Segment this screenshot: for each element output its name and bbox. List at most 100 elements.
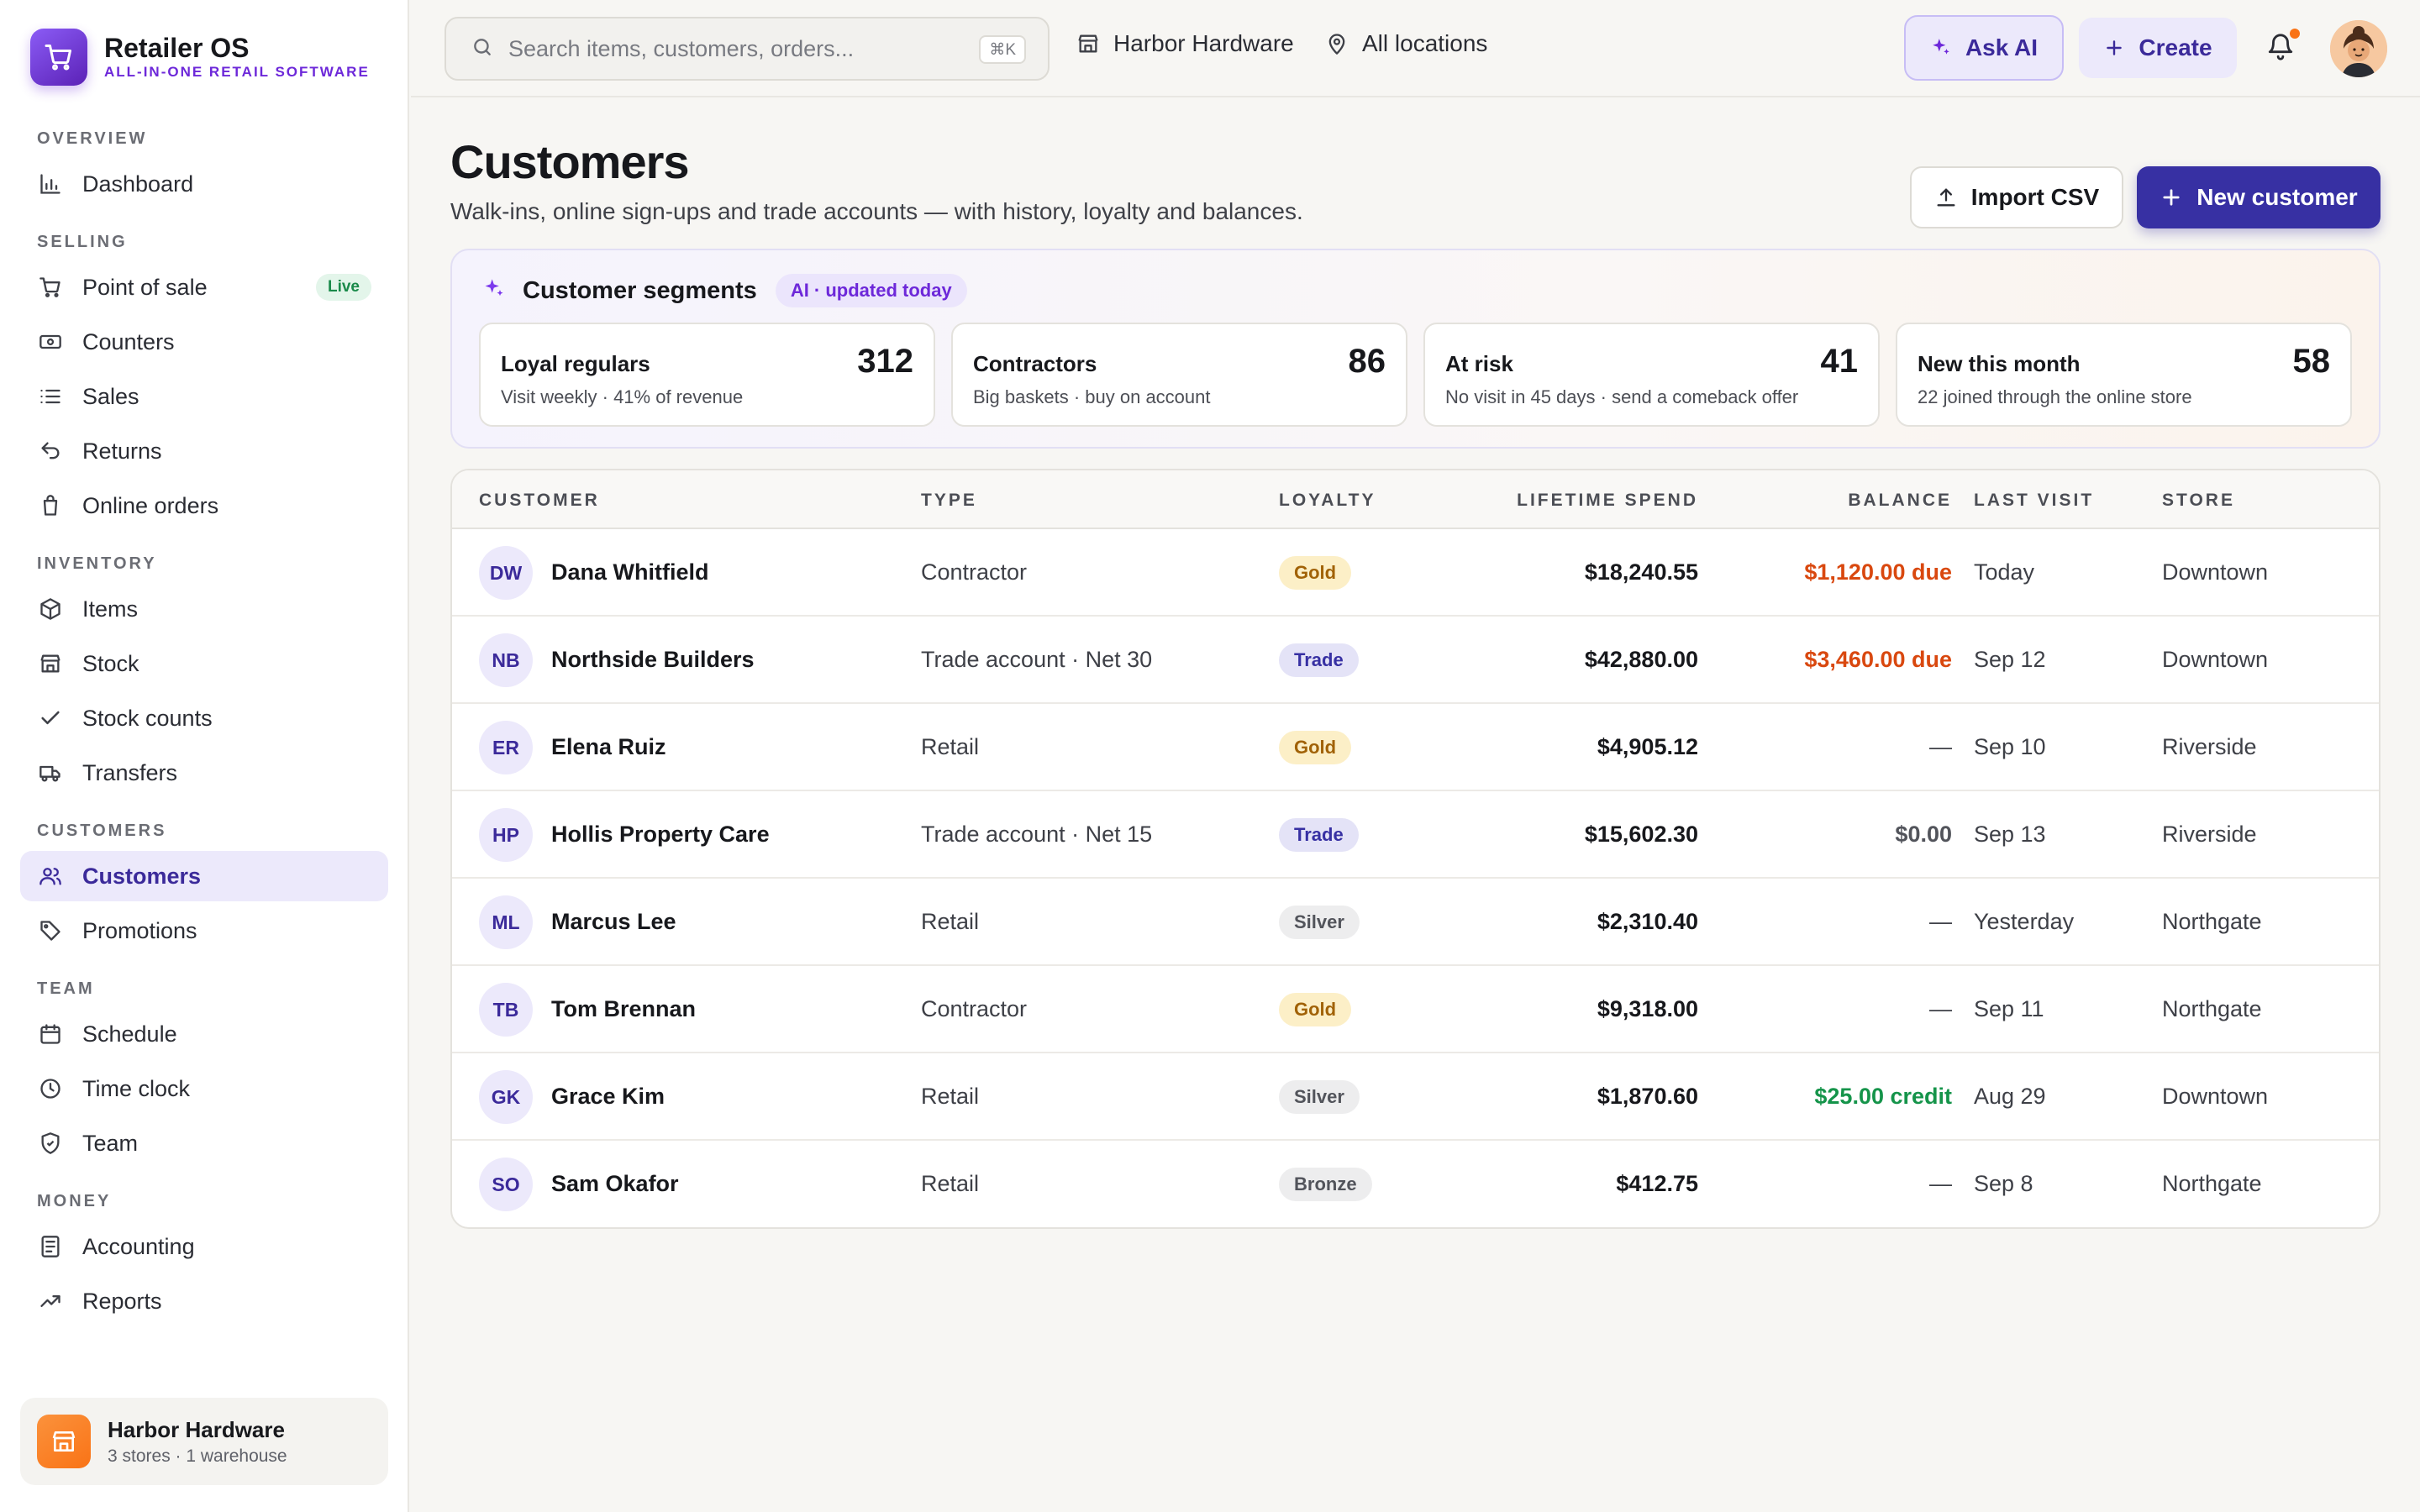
customer-name[interactable]: Sam Okafor (551, 1171, 679, 1197)
customer-name[interactable]: Grace Kim (551, 1084, 665, 1110)
table-row[interactable]: DW Dana Whitfield Contractor Gold $18,240.55… (452, 529, 2379, 617)
nav-section-team: TEAM (37, 979, 95, 998)
sidebar-item-customers[interactable]: Customers (20, 851, 388, 901)
customer-name[interactable]: Dana Whitfield (551, 559, 709, 585)
table-header: CUSTOMER TYPE LOYALTY LIFETIME SPEND BAL… (452, 470, 2379, 529)
create-label: Create (2139, 34, 2212, 60)
customer-initials-avatar: ER (479, 721, 533, 774)
sidebar-item-sales[interactable]: Sales (20, 371, 388, 422)
create-button[interactable]: Create (2079, 18, 2237, 78)
table-row[interactable]: HP Hollis Property Care Trade account · Ne… (452, 791, 2379, 879)
segment-card-new-this-month[interactable]: New this month 22 joined through the onl… (1896, 323, 2352, 427)
sidebar-item-items[interactable]: Items (20, 584, 388, 634)
new-customer-button[interactable]: New customer (2137, 166, 2381, 228)
store-name: Downtown (2162, 647, 2269, 672)
segment-card-contractors[interactable]: Contractors Big baskets · buy on account… (951, 323, 1407, 427)
import-csv-button[interactable]: Import CSV (1910, 166, 2123, 228)
segment-description: No visit in 45 days · send a comeback of… (1445, 386, 1799, 407)
search-shortcut: ⌘K (979, 35, 1026, 64)
sidebar-item-returns[interactable]: Returns (20, 426, 388, 476)
store-name: Downtown (2162, 559, 2269, 585)
column-header-lifetime-spend[interactable]: LIFETIME SPEND (1517, 491, 1698, 511)
segment-name: New this month (1918, 351, 2081, 376)
last-visit: Sep 11 (1974, 996, 2044, 1021)
sidebar-item-label: Accounting (82, 1233, 195, 1259)
table-row[interactable]: TB Tom Brennan Contractor Gold $9,318.00 — Sep… (452, 966, 2379, 1053)
table-row[interactable]: ER Elena Ruiz Retail Gold $4,905.12 — Sep 10 Ri… (452, 704, 2379, 791)
bag-icon (37, 492, 64, 519)
customer-name[interactable]: Tom Brennan (551, 996, 696, 1022)
nav-section-overview: OVERVIEW (37, 129, 148, 148)
customer-initials-avatar: SO (479, 1158, 533, 1211)
store-icon (37, 650, 64, 677)
ask-ai-button[interactable]: Ask AI (1904, 15, 2064, 81)
sidebar-item-counters[interactable]: Counters (20, 317, 388, 367)
table-row[interactable]: NB Northside Builders Trade account · Net … (452, 617, 2379, 704)
customer-name[interactable]: Elena Ruiz (551, 734, 666, 760)
location-switcher[interactable]: All locations (1325, 30, 1487, 57)
sidebar-item-team[interactable]: Team (20, 1118, 388, 1168)
customer-name[interactable]: Northside Builders (551, 647, 755, 673)
sidebar-item-transfers[interactable]: Transfers (20, 748, 388, 798)
nav-section-inventory: INVENTORY (37, 554, 157, 573)
brand-tagline: ALL-IN-ONE RETAIL SOFTWARE (104, 64, 370, 80)
sidebar-item-stock[interactable]: Stock (20, 638, 388, 689)
loyalty-badge: Bronze (1279, 1168, 1372, 1201)
sidebar-item-accounting[interactable]: Accounting (20, 1221, 388, 1272)
sidebar-item-label: Reports (82, 1288, 162, 1314)
sidebar-item-dashboard[interactable]: Dashboard (20, 159, 388, 209)
cart-icon (37, 274, 64, 301)
segment-card-loyal-regulars[interactable]: Loyal regulars Visit weekly · 41% of rev… (479, 323, 935, 427)
sidebar-item-promotions[interactable]: Promotions (20, 906, 388, 956)
sidebar-item-point-of-sale[interactable]: Point of sale Live (20, 262, 388, 312)
sidebar-item-label: Customers (82, 863, 202, 889)
calendar-icon (37, 1021, 64, 1047)
storefront-icon (37, 1415, 91, 1468)
check-icon (37, 705, 64, 732)
column-header-last-visit[interactable]: LAST VISIT (1974, 491, 2094, 511)
page-title: Customers (450, 135, 690, 188)
column-header-balance[interactable]: BALANCE (1848, 491, 1952, 511)
segment-card-at-risk[interactable]: At risk No visit in 45 days · send a com… (1423, 323, 1880, 427)
sidebar-item-reports[interactable]: Reports (20, 1276, 388, 1326)
table-row[interactable]: SO Sam Okafor Retail Bronze $412.75 — Sep 8 Nor… (452, 1141, 2379, 1227)
sidebar-item-label: Sales (82, 383, 139, 409)
bar-chart-icon (37, 171, 64, 197)
loyalty-badge: Trade (1279, 818, 1359, 852)
map-pin-icon (1325, 32, 1349, 55)
store-switcher[interactable]: Harbor Hardware 3 stores · 1 warehouse (20, 1398, 388, 1485)
sidebar-item-label: Team (82, 1130, 139, 1156)
column-header-store[interactable]: STORE (2162, 491, 2235, 511)
sidebar-item-stock-counts[interactable]: Stock counts (20, 693, 388, 743)
register-icon (37, 328, 64, 355)
customer-initials-avatar: ML (479, 895, 533, 949)
customer-name[interactable]: Hollis Property Care (551, 822, 770, 848)
column-header-customer[interactable]: CUSTOMER (479, 491, 600, 511)
sparkle-icon (482, 277, 506, 305)
sidebar-item-schedule[interactable]: Schedule (20, 1009, 388, 1059)
customer-segments-panel: Customer segments AI · updated today Loy… (450, 249, 2381, 449)
search-input[interactable]: Search items, customers, orders... ⌘K (445, 17, 1050, 81)
lifetime-spend: $412.75 (1616, 1171, 1698, 1196)
customer-initials-avatar: HP (479, 808, 533, 862)
user-avatar[interactable] (2330, 20, 2387, 77)
lifetime-spend: $1,870.60 (1597, 1084, 1698, 1109)
customer-type: Retail (921, 734, 980, 759)
sidebar-item-label: Items (82, 596, 139, 622)
brand[interactable]: Retailer OS ALL-IN-ONE RETAIL SOFTWARE (30, 29, 370, 86)
column-header-loyalty[interactable]: LOYALTY (1279, 491, 1376, 511)
sidebar-item-online-orders[interactable]: Online orders (20, 480, 388, 531)
customer-name[interactable]: Marcus Lee (551, 909, 676, 935)
store-summary: 3 stores · 1 warehouse (108, 1446, 287, 1466)
location-name: All locations (1362, 30, 1488, 56)
sidebar-item-time-clock[interactable]: Time clock (20, 1063, 388, 1114)
box-icon (37, 596, 64, 622)
import-csv-label: Import CSV (1970, 184, 2100, 210)
table-row[interactable]: ML Marcus Lee Retail Silver $2,310.40 — Yester… (452, 879, 2379, 966)
business-switcher[interactable]: Harbor Hardware (1076, 30, 1294, 57)
table-row[interactable]: GK Grace Kim Retail Silver $1,870.60 $25.00 c… (452, 1053, 2379, 1141)
users-icon (37, 863, 64, 890)
last-visit: Sep 8 (1974, 1171, 2033, 1196)
trend-icon (37, 1288, 64, 1315)
column-header-type[interactable]: TYPE (921, 491, 977, 511)
